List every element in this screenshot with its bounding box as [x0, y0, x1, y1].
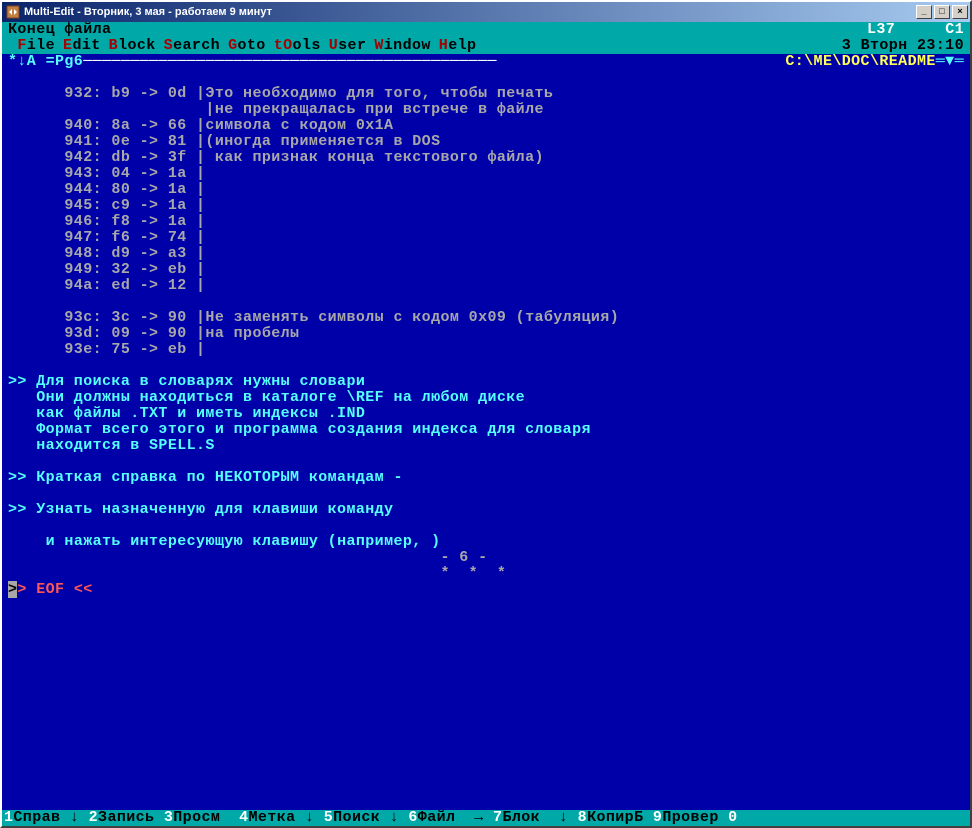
tab-indicators: *↓A =Pg6 — [8, 54, 83, 70]
menu-file[interactable]: File — [8, 38, 55, 54]
text-line: находится в SPELL.S — [8, 438, 964, 454]
fkey-0[interactable]: 0 — [728, 810, 737, 826]
code-line: 949: 32 -> eb | — [8, 262, 964, 278]
code-line: |не прекращалась при встрече в файле — [8, 102, 964, 118]
titlebar-text: Multi-Edit - Вторник, 3 мая - работаем 9… — [24, 6, 914, 18]
fkey-2[interactable]: 2Запись — [89, 810, 155, 826]
function-key-bar: 1Справ ↓ 2Запись 3Просм 4Метка ↓ 5Поиск … — [2, 810, 970, 826]
menubar: File Edit Block Search Goto tOols User W… — [2, 38, 970, 54]
text-line: Они должны находиться в каталоге \REF на… — [8, 390, 964, 406]
file-path: C:\ME\DOC\README — [785, 54, 935, 70]
code-line: 93c: 3c -> 90 |Не заменять символы с код… — [8, 310, 964, 326]
code-line: 948: d9 -> a3 | — [8, 246, 964, 262]
text-line: >> Краткая справка по НЕКОТОРЫМ командам… — [8, 470, 964, 486]
menu-block[interactable]: Block — [109, 38, 156, 54]
code-line: 942: db -> 3f | как признак конца тексто… — [8, 150, 964, 166]
app-icon — [5, 4, 21, 20]
tab-ruler: ────────────────────────────────────────… — [83, 54, 785, 70]
code-line: 947: f6 -> 74 | — [8, 230, 964, 246]
menu-tools[interactable]: tOols — [274, 38, 321, 54]
status-message: Конец файла — [8, 22, 867, 38]
code-line: 945: c9 -> 1a | — [8, 198, 964, 214]
text-line: как файлы .TXT и иметь индексы .IND — [8, 406, 964, 422]
status-line-number: L37 — [867, 22, 895, 38]
code-line: 93e: 75 -> eb | — [8, 342, 964, 358]
menubar-datetime: 3 Вторн 23:10 — [842, 38, 964, 54]
code-line: 941: 0e -> 81 |(иногда применяется в DOS — [8, 134, 964, 150]
fkey-6[interactable]: 6Файл — [408, 810, 474, 826]
fkey-7[interactable]: 7Блок — [493, 810, 559, 826]
code-line: 940: 8a -> 66 |символа с кодом 0x1A — [8, 118, 964, 134]
fkey-5[interactable]: 5Поиск — [324, 810, 390, 826]
editor-content[interactable]: 932: b9 -> 0d |Это необходимо для того, … — [2, 70, 970, 810]
fkey-4[interactable]: 4Метка — [239, 810, 305, 826]
menu-help[interactable]: Help — [439, 38, 477, 54]
window-tab-line: *↓A =Pg6 ───────────────────────────────… — [2, 54, 970, 70]
fkey-8[interactable]: 8КопирБ — [578, 810, 644, 826]
eof-line: >> EOF << — [8, 582, 964, 598]
text-line: и нажать интересующую клавишу (например,… — [8, 534, 964, 550]
status-column-number: C1 — [945, 22, 964, 38]
text-line: Формат всего этого и программа создания … — [8, 422, 964, 438]
titlebar[interactable]: Multi-Edit - Вторник, 3 мая - работаем 9… — [2, 2, 970, 22]
menu-window[interactable]: Window — [374, 38, 430, 54]
tab-scroll-indicator: ═▼═ — [936, 54, 964, 70]
separator-stars: * * * — [8, 566, 964, 582]
code-line: 946: f8 -> 1a | — [8, 214, 964, 230]
text-line: >> Узнать назначенную для клавиши команд… — [8, 502, 964, 518]
fkey-1[interactable]: 1Справ — [4, 810, 70, 826]
menu-user[interactable]: User — [329, 38, 367, 54]
text-line: >> Для поиска в словарях нужны словари — [8, 374, 964, 390]
page-number: - 6 - — [8, 550, 964, 566]
maximize-button[interactable]: □ — [934, 5, 950, 19]
code-line: 944: 80 -> 1a | — [8, 182, 964, 198]
fkey-3[interactable]: 3Просм — [164, 810, 230, 826]
menu-goto[interactable]: Goto — [228, 38, 266, 54]
code-line: 93d: 09 -> 90 |на пробелы — [8, 326, 964, 342]
status-line-top: Конец файла L37 C1 — [2, 22, 970, 38]
code-line: 932: b9 -> 0d |Это необходимо для того, … — [8, 86, 964, 102]
code-line: 943: 04 -> 1a | — [8, 166, 964, 182]
minimize-button[interactable]: _ — [916, 5, 932, 19]
menu-edit[interactable]: Edit — [63, 38, 101, 54]
app-window: Multi-Edit - Вторник, 3 мая - работаем 9… — [0, 0, 972, 828]
close-button[interactable]: × — [952, 5, 968, 19]
code-line: 94a: ed -> 12 | — [8, 278, 964, 294]
editor-client: Конец файла L37 C1 File Edit Block Searc… — [2, 22, 970, 826]
menu-search[interactable]: Search — [164, 38, 220, 54]
fkey-9[interactable]: 9Провер — [653, 810, 719, 826]
